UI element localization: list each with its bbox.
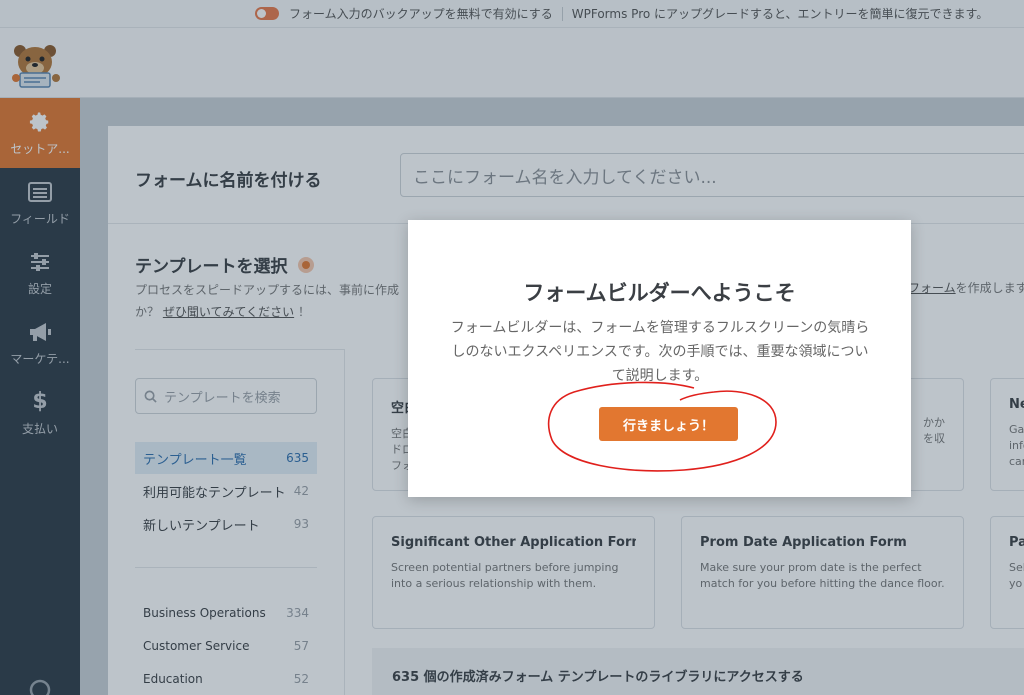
welcome-modal: フォームビルダーへようこそ フォームビルダーは、フォームを管理するフルスクリーン… <box>408 220 911 497</box>
modal-text: フォームビルダーは、フォームを管理するフルスクリーンの気晴らしのないエクスペリエ… <box>450 320 870 384</box>
modal-title: フォームビルダーへようこそ <box>523 281 796 305</box>
lets-go-button[interactable]: 行きましょう！ <box>599 407 738 441</box>
